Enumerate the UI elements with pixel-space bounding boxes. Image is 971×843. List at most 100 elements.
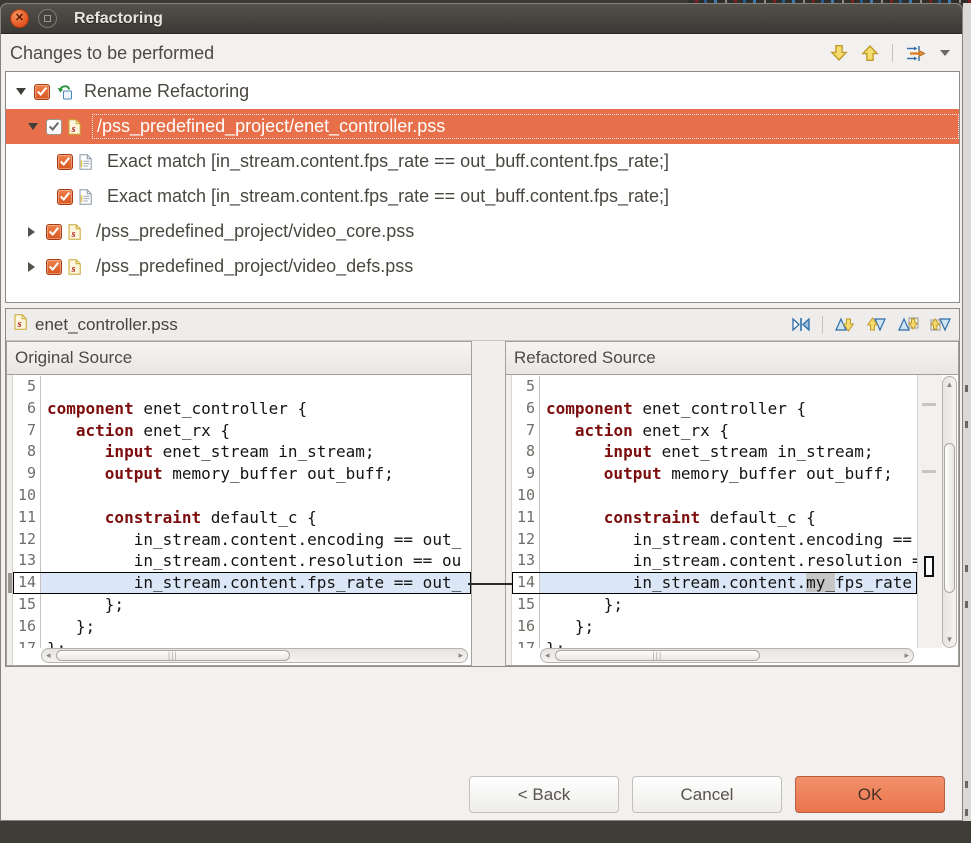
tree-item[interactable]: s/pss_predefined_project/video_defs.pss [6,249,959,284]
svg-text:s: s [17,319,22,330]
tree-item[interactable]: Exact match [in_stream.content.fps_rate … [6,179,959,214]
right-vertical-scrollbar[interactable]: ▲ ▼ [942,376,957,648]
code-line[interactable]: 15 }; [13,594,471,616]
original-source-header: Original Source [6,341,472,375]
refactored-source-pane[interactable]: 56component enet_controller {7 action en… [505,375,959,666]
pss-file-icon: s [68,259,85,275]
code-line[interactable]: 7 action enet_rx { [13,420,471,442]
pss-file-icon: s [68,224,85,240]
maximize-icon[interactable] [38,9,57,28]
code-line[interactable]: 9 output memory_buffer out_buff; [13,463,471,485]
code-line[interactable]: 9 output memory_buffer out_buff; [512,463,917,485]
tree-item[interactable]: Rename Refactoring [6,74,959,109]
tree-item-label: /pss_predefined_project/video_core.pss [92,220,418,243]
svg-text:s: s [71,228,76,239]
ok-button[interactable]: OK [795,776,945,813]
restore-item-icon[interactable] [906,45,927,62]
tree-checkbox[interactable] [46,259,62,275]
close-icon[interactable]: ✕ [10,9,29,28]
view-menu-caret-icon[interactable] [940,50,950,56]
changes-tree[interactable]: Rename Refactorings/pss_predefined_proje… [5,71,960,303]
tree-expander-icon[interactable] [28,262,40,272]
changes-header-title: Changes to be performed [10,43,830,64]
refactoring-dialog: ✕ Refactoring Changes to be performed [0,3,963,821]
tree-item-label: Exact match [in_stream.content.fps_rate … [103,150,673,173]
scroll-left-icon[interactable]: ◂ [46,649,51,662]
scroll-left-icon[interactable]: ◂ [545,649,550,662]
line-number: 9 [13,463,41,485]
code-line[interactable]: 6component enet_controller { [13,398,471,420]
line-number: 13 [13,550,41,572]
line-number: 8 [512,441,540,463]
scrollbar-thumb[interactable] [944,443,955,593]
original-source-pane[interactable]: 56component enet_controller {7 action en… [6,375,472,666]
scroll-up-icon[interactable]: ▲ [943,378,956,391]
code-line[interactable]: 14 in_stream.content.fps_rate == out_ [13,572,471,594]
code-line[interactable]: 5 [13,376,471,398]
code-line[interactable]: 6component enet_controller { [512,398,917,420]
background-window-bottom-strip [0,821,971,843]
next-difference-icon[interactable] [834,316,855,333]
code-line[interactable]: 13 in_stream.content.resolution == [512,550,917,572]
previous-difference-icon[interactable] [866,316,887,333]
code-line[interactable]: 7 action enet_rx { [512,420,917,442]
code-line[interactable]: 14 in_stream.content.my_fps_rate = [512,572,917,594]
back-button[interactable]: < Back [469,776,619,813]
tree-item[interactable]: Exact match [in_stream.content.fps_rate … [6,144,959,179]
code-line[interactable]: 13 in_stream.content.resolution == ou [13,550,471,572]
tree-expander-icon[interactable] [28,227,40,237]
titlebar[interactable]: ✕ Refactoring [1,4,962,34]
line-number: 8 [13,441,41,463]
right-horizontal-scrollbar[interactable]: ◂ ||| ▸ [540,648,914,663]
line-number: 15 [13,594,41,616]
code-line[interactable]: 10 [13,485,471,507]
left-horizontal-scrollbar[interactable]: ◂ ||| ▸ [41,648,468,663]
code-line[interactable]: 11 constraint default_c { [512,507,917,529]
line-number: 16 [13,616,41,638]
tree-item[interactable]: s/pss_predefined_project/enet_controller… [6,109,959,144]
overview-ruler[interactable] [917,375,942,648]
next-change-arrow-down-icon[interactable] [830,44,848,62]
code-line[interactable]: 15 }; [512,594,917,616]
tree-item[interactable]: s/pss_predefined_project/video_core.pss [6,214,959,249]
code-line[interactable]: 8 input enet_stream in_stream; [13,441,471,463]
background-window-right-sliver [963,3,971,821]
scrollbar-thumb[interactable]: ||| [555,650,760,661]
scroll-right-icon[interactable]: ▸ [458,649,463,662]
code-line[interactable]: 10 [512,485,917,507]
tree-expander-icon[interactable] [16,88,28,95]
next-change-icon[interactable] [898,316,919,333]
previous-change-icon[interactable] [930,316,951,333]
scrollbar-thumb[interactable]: ||| [56,650,290,661]
code-line[interactable]: 5 [512,376,917,398]
change-marker[interactable] [924,556,934,577]
scroll-down-icon[interactable]: ▼ [943,633,956,646]
previous-change-arrow-up-icon[interactable] [861,44,879,62]
line-number: 11 [512,507,540,529]
line-number: 7 [512,420,540,442]
code-line[interactable]: 8 input enet_stream in_stream; [512,441,917,463]
code-line[interactable]: 17}; [512,638,917,648]
line-number: 6 [512,398,540,420]
code-line[interactable]: 12 in_stream.content.encoding == o [512,529,917,551]
tree-expander-icon[interactable] [28,123,40,130]
code-line[interactable]: 16 }; [13,616,471,638]
scroll-right-icon[interactable]: ▸ [904,649,909,662]
tree-checkbox[interactable] [46,119,62,135]
tree-checkbox[interactable] [57,154,73,170]
code-line[interactable]: 16 }; [512,616,917,638]
code-line[interactable]: 17}; [13,638,471,648]
tree-checkbox[interactable] [46,224,62,240]
match-icon [79,154,96,170]
tree-checkbox[interactable] [34,84,50,100]
cancel-button[interactable]: Cancel [632,776,782,813]
line-number: 15 [512,594,540,616]
line-number: 14 [512,572,540,594]
code-line[interactable]: 12 in_stream.content.encoding == out_ [13,529,471,551]
line-number: 16 [512,616,540,638]
toolbar-separator [892,44,893,62]
swap-views-icon[interactable] [791,317,811,332]
tree-checkbox[interactable] [57,189,73,205]
code-line[interactable]: 11 constraint default_c { [13,507,471,529]
tree-item-label: Exact match [in_stream.content.fps_rate … [103,185,673,208]
